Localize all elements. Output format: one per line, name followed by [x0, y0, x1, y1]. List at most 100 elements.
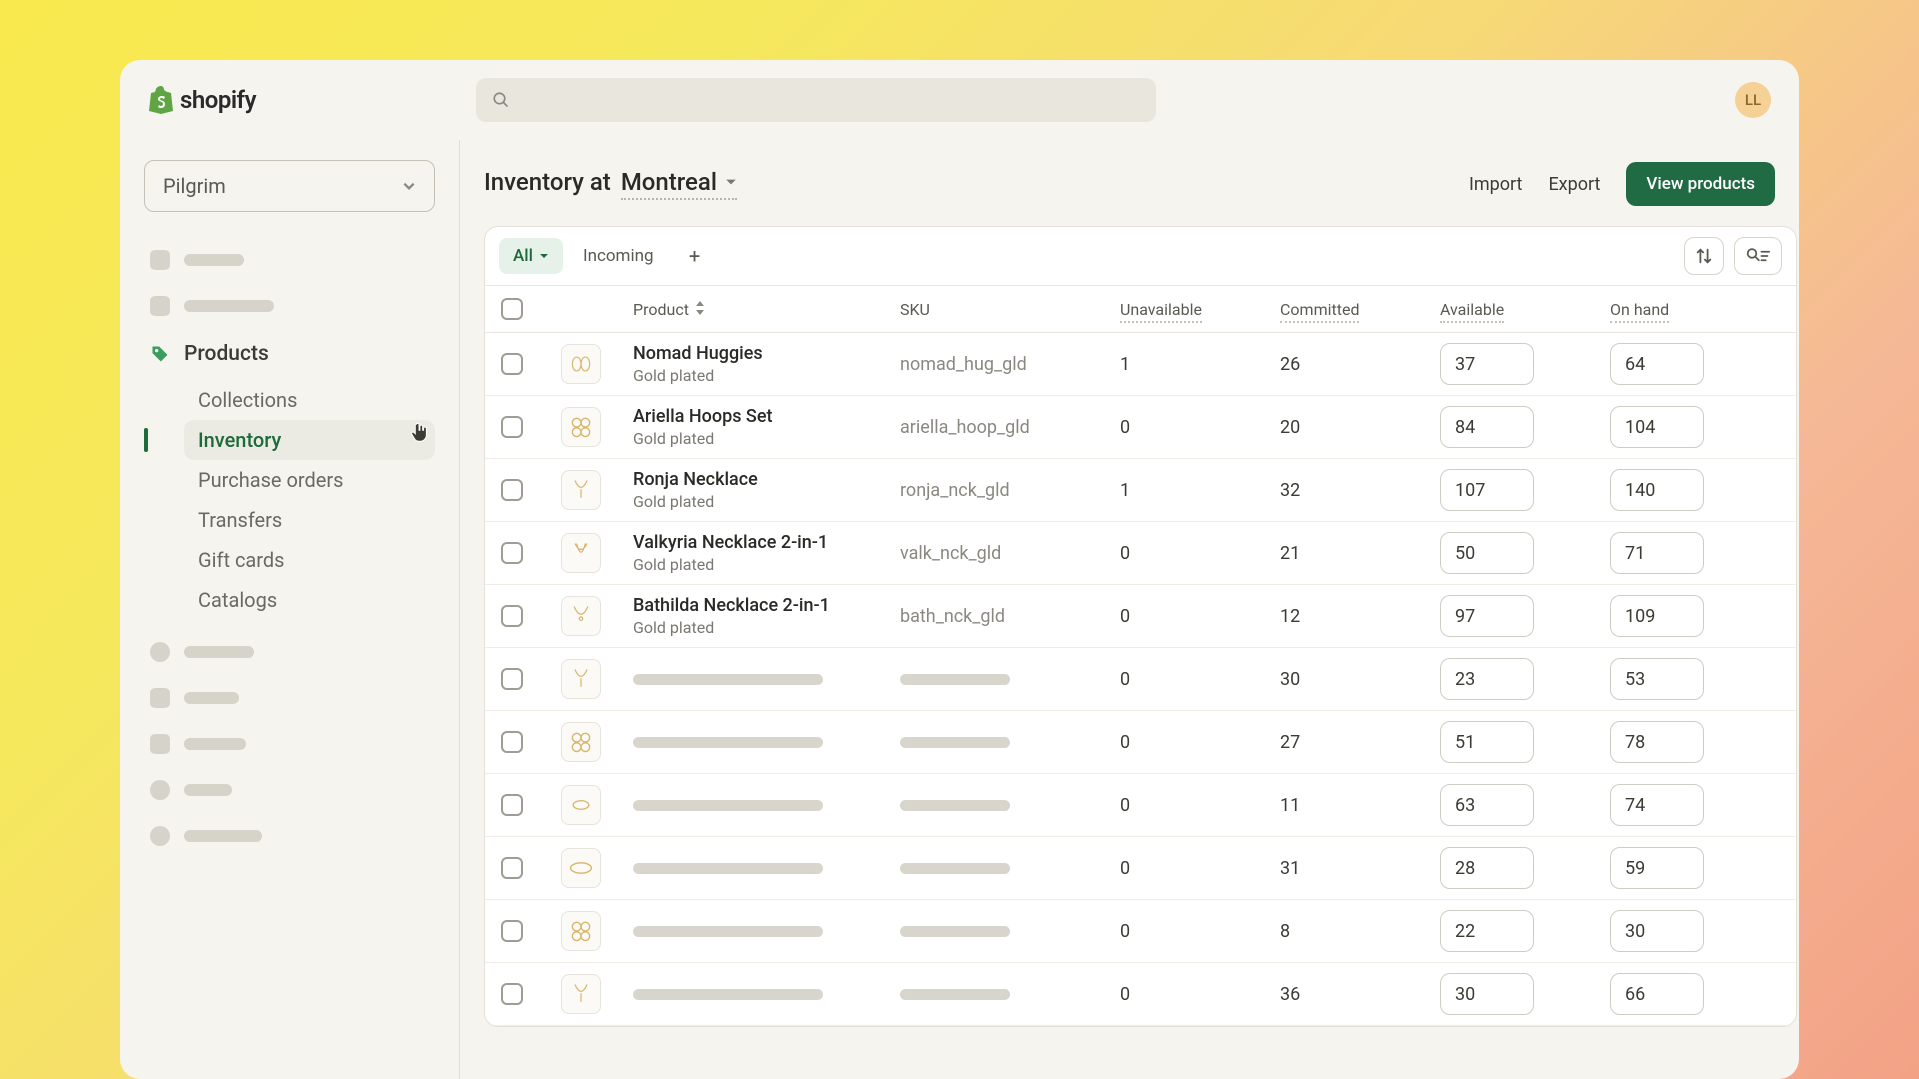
available-input[interactable] — [1440, 721, 1534, 763]
available-input[interactable] — [1440, 532, 1534, 574]
product-thumbnail[interactable] — [561, 659, 601, 699]
table-row: 027 — [485, 711, 1796, 774]
table-header: Product SKU Unavailable Committed Availa… — [485, 286, 1796, 333]
col-sku[interactable]: SKU — [900, 300, 1120, 319]
on-hand-input[interactable] — [1610, 469, 1704, 511]
available-input[interactable] — [1440, 784, 1534, 826]
subnav-collections[interactable]: Collections — [184, 380, 435, 420]
row-checkbox[interactable] — [501, 731, 523, 753]
search-input[interactable] — [476, 78, 1156, 122]
product-variant: Gold plated — [633, 429, 900, 448]
product-thumbnail[interactable] — [561, 596, 601, 636]
product-thumbnail[interactable] — [561, 848, 601, 888]
product-name[interactable]: Ronja Necklace — [633, 469, 900, 490]
export-button[interactable]: Export — [1548, 174, 1600, 195]
product-sku: ronja_nck_gld — [900, 480, 1120, 501]
placeholder-line — [900, 800, 1010, 811]
product-thumbnail[interactable] — [561, 407, 601, 447]
select-all-checkbox[interactable] — [501, 298, 523, 320]
product-name[interactable]: Nomad Huggies — [633, 343, 900, 364]
subnav-catalogs[interactable]: Catalogs — [184, 580, 435, 620]
search-filter-button[interactable] — [1734, 237, 1782, 275]
unavailable-value: 0 — [1120, 543, 1280, 564]
product-name[interactable]: Ariella Hoops Set — [633, 406, 900, 427]
add-view-button[interactable]: + — [678, 239, 712, 273]
on-hand-input[interactable] — [1610, 721, 1704, 763]
nav-placeholder — [144, 240, 435, 280]
on-hand-input[interactable] — [1610, 343, 1704, 385]
import-button[interactable]: Import — [1469, 174, 1522, 195]
available-input[interactable] — [1440, 910, 1534, 952]
available-input[interactable] — [1440, 343, 1534, 385]
available-input[interactable] — [1440, 973, 1534, 1015]
committed-value: 26 — [1280, 354, 1440, 375]
store-selector[interactable]: Pilgrim — [144, 160, 435, 212]
placeholder-line — [900, 737, 1010, 748]
tab-all[interactable]: All — [499, 238, 563, 274]
row-checkbox[interactable] — [501, 794, 523, 816]
subnav-transfers[interactable]: Transfers — [184, 500, 435, 540]
product-thumbnail[interactable] — [561, 974, 601, 1014]
placeholder-line — [633, 674, 823, 685]
row-checkbox[interactable] — [501, 479, 523, 501]
sort-button[interactable] — [1684, 237, 1724, 275]
row-checkbox[interactable] — [501, 983, 523, 1005]
location-selector[interactable]: Montreal — [621, 168, 737, 200]
on-hand-input[interactable] — [1610, 658, 1704, 700]
shopify-bag-icon — [148, 86, 174, 114]
on-hand-input[interactable] — [1610, 847, 1704, 889]
table-row: Ariella Hoops SetGold platedariella_hoop… — [485, 396, 1796, 459]
product-thumbnail[interactable] — [561, 785, 601, 825]
table-row: 030 — [485, 648, 1796, 711]
available-input[interactable] — [1440, 847, 1534, 889]
product-thumbnail[interactable] — [561, 722, 601, 762]
available-input[interactable] — [1440, 658, 1534, 700]
subnav-inventory[interactable]: Inventory — [184, 420, 435, 460]
col-product[interactable]: Product — [633, 300, 900, 319]
col-on-hand[interactable]: On hand — [1610, 300, 1780, 319]
col-available[interactable]: Available — [1440, 300, 1610, 319]
on-hand-input[interactable] — [1610, 973, 1704, 1015]
available-input[interactable] — [1440, 469, 1534, 511]
brand-logo[interactable]: shopify — [148, 86, 256, 114]
subnav-gift-cards[interactable]: Gift cards — [184, 540, 435, 580]
product-thumbnail[interactable] — [561, 533, 601, 573]
product-thumbnail[interactable] — [561, 911, 601, 951]
row-checkbox[interactable] — [501, 353, 523, 375]
on-hand-input[interactable] — [1610, 406, 1704, 448]
subnav-purchase-orders[interactable]: Purchase orders — [184, 460, 435, 500]
committed-value: 32 — [1280, 480, 1440, 501]
row-checkbox[interactable] — [501, 542, 523, 564]
committed-value: 30 — [1280, 669, 1440, 690]
nav-products[interactable]: Products — [144, 332, 435, 376]
on-hand-input[interactable] — [1610, 532, 1704, 574]
on-hand-input[interactable] — [1610, 784, 1704, 826]
product-name[interactable]: Valkyria Necklace 2-in-1 — [633, 532, 900, 553]
on-hand-input[interactable] — [1610, 595, 1704, 637]
tab-incoming[interactable]: Incoming — [569, 238, 668, 274]
main-content: Inventory at Montreal Import Export View… — [460, 140, 1799, 1079]
col-unavailable[interactable]: Unavailable — [1120, 300, 1280, 319]
col-committed[interactable]: Committed — [1280, 300, 1440, 319]
row-checkbox[interactable] — [501, 605, 523, 627]
available-input[interactable] — [1440, 595, 1534, 637]
page-header: Inventory at Montreal Import Export View… — [484, 162, 1799, 206]
nav-placeholder — [144, 816, 435, 856]
store-name: Pilgrim — [163, 174, 226, 198]
product-sku: bath_nck_gld — [900, 606, 1120, 627]
product-thumbnail[interactable] — [561, 344, 601, 384]
product-thumbnail[interactable] — [561, 470, 601, 510]
app-window: shopify LL Pilgrim Products Collectio — [120, 60, 1799, 1079]
caret-down-icon — [725, 176, 737, 188]
row-checkbox[interactable] — [501, 668, 523, 690]
on-hand-input[interactable] — [1610, 910, 1704, 952]
view-products-button[interactable]: View products — [1626, 162, 1775, 206]
product-name[interactable]: Bathilda Necklace 2-in-1 — [633, 595, 900, 616]
row-checkbox[interactable] — [501, 416, 523, 438]
search-filter-icon — [1746, 247, 1770, 265]
unavailable-value: 0 — [1120, 921, 1280, 942]
row-checkbox[interactable] — [501, 920, 523, 942]
available-input[interactable] — [1440, 406, 1534, 448]
row-checkbox[interactable] — [501, 857, 523, 879]
user-avatar[interactable]: LL — [1735, 82, 1771, 118]
